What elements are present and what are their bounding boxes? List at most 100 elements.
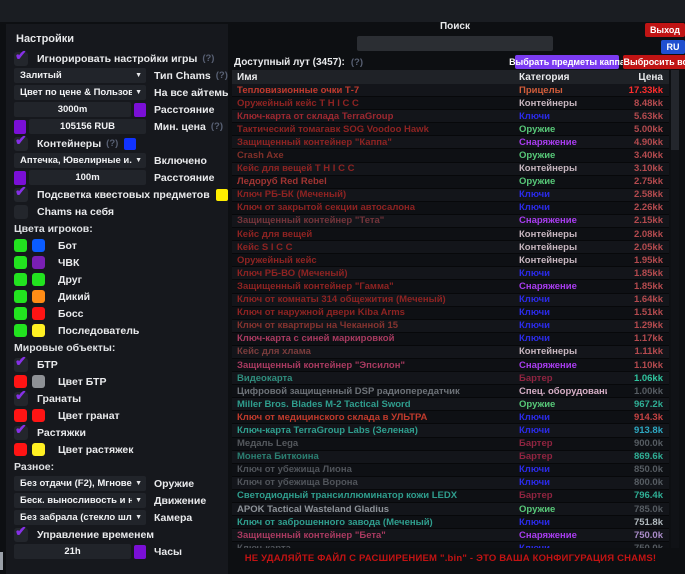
column-header-price[interactable]: Цена [607, 72, 663, 83]
loot-row[interactable]: Ключ от убежища ВоронаКлючи800.0k [232, 477, 669, 490]
loot-row[interactable]: Тактический томагавк SOG Voodoo HawkОруж… [232, 123, 669, 136]
discard-all-button[interactable]: Выбросить все [623, 55, 685, 69]
checkbox[interactable]: ✔ [14, 137, 28, 151]
color-swatch[interactable] [14, 239, 27, 252]
loot-row[interactable]: Защищенный контейнер "Бета"Снаряжение750… [232, 529, 669, 542]
color-swatch[interactable] [14, 290, 27, 303]
checkbox[interactable] [14, 205, 28, 219]
loot-row[interactable]: Ледоруб Red RebelОружие2.75kk [232, 176, 669, 189]
chevron-down-icon: ▼ [135, 497, 142, 504]
loot-row[interactable]: ВидеокартаБартер1.06kk [232, 372, 669, 385]
loot-row[interactable]: Ключ-карта TerraGroup Labs (Зеленая)Ключ… [232, 424, 669, 437]
table-scrollbar-thumb[interactable] [671, 70, 679, 150]
loot-row[interactable]: Монета БиткоинаБартер869.6k [232, 451, 669, 464]
color-swatch[interactable] [32, 290, 45, 303]
loot-row[interactable]: Светодиодный трансиллюминатор кожи LEDXБ… [232, 490, 669, 503]
color-swatch[interactable] [124, 138, 136, 150]
loot-row[interactable]: Ключ от закрытой секции автосалонаКлючи2… [232, 202, 669, 215]
dropdown[interactable]: Аптечка, Ювелирные и...▼ [14, 153, 146, 168]
loot-row[interactable]: Кейс для хламаКонтейнеры1.11kk [232, 346, 669, 359]
loot-item-category: Контейнеры [519, 163, 607, 174]
dropdown[interactable]: Залитый▼ [14, 68, 146, 83]
loot-row[interactable]: Защищенный контейнер "Тета"Снаряжение2.1… [232, 215, 669, 228]
loot-row[interactable]: Оружейный кейсКонтейнеры1.95kk [232, 254, 669, 267]
text-input[interactable]: 21h [14, 544, 131, 559]
checkbox[interactable]: ✔ [14, 358, 28, 372]
search-input[interactable] [357, 36, 553, 51]
help-icon[interactable]: (?) [106, 138, 118, 149]
loot-row[interactable]: Защищенный контейнер "Гамма"Снаряжение1.… [232, 280, 669, 293]
color-swatch[interactable] [14, 273, 27, 286]
loot-row[interactable]: Ключ от комнаты 314 общежития (Меченый)К… [232, 294, 669, 307]
color-swatch[interactable] [134, 103, 146, 117]
color-swatch[interactable] [14, 307, 27, 320]
color-swatch[interactable] [32, 375, 45, 388]
loot-row[interactable]: Crash AxeОружие3.40kk [232, 149, 669, 162]
loot-row[interactable]: Цифровой защищенный DSP радиопередатчикС… [232, 385, 669, 398]
settings-label: Движение [154, 495, 206, 507]
color-swatch[interactable] [14, 443, 27, 456]
text-input[interactable]: 105156 RUB [29, 119, 146, 134]
dropdown[interactable]: Без забрала (стекло шлема)▼ [14, 510, 146, 525]
column-header-name[interactable]: Имя [237, 72, 519, 83]
loot-row[interactable]: Защищенный контейнер "Эпсилон"Снаряжение… [232, 359, 669, 372]
help-icon[interactable]: (?) [216, 70, 228, 81]
loot-row[interactable]: Ключ от медицинского склада в УЛЬТРАКлюч… [232, 411, 669, 424]
loot-row[interactable]: Тепловизионные очки Т-7Прицелы17.33kk [232, 84, 669, 97]
color-swatch[interactable] [32, 273, 45, 286]
loot-row[interactable]: Медаль LegaБартер900.0k [232, 438, 669, 451]
color-swatch[interactable] [32, 256, 45, 269]
column-header-category[interactable]: Категория [519, 72, 607, 83]
language-button[interactable]: RU [661, 40, 685, 54]
loot-row[interactable]: Ключ РБ-БК (Меченый)Ключи2.58kk [232, 189, 669, 202]
loot-row[interactable]: Ключ от квартиры на Чеканной 15Ключи1.29… [232, 320, 669, 333]
checkbox[interactable]: ✔ [14, 392, 28, 406]
table-scrollbar-track[interactable] [671, 70, 679, 548]
color-swatch[interactable] [32, 409, 45, 422]
loot-row[interactable]: Ключ-картаКлючи750.0k [232, 542, 669, 548]
loot-item-name: Miller Bros. Blades M-2 Tactical Sword [237, 399, 519, 410]
color-swatch[interactable] [134, 545, 146, 559]
loot-item-category: Снаряжение [519, 281, 607, 292]
loot-item-price: 2.08kk [607, 229, 663, 240]
checkbox[interactable]: ✔ [14, 188, 28, 202]
loot-item-name: Защищенный контейнер "Гамма" [237, 281, 519, 292]
loot-row[interactable]: Ключ-карта от склада TerraGroupКлючи5.63… [232, 110, 669, 123]
loot-row[interactable]: Кейс для вещей T H I C CКонтейнеры3.10kk [232, 163, 669, 176]
dropdown[interactable]: Без отдачи (F2), Мгновенное п▼ [14, 476, 146, 491]
loot-row[interactable]: Miller Bros. Blades M-2 Tactical SwordОр… [232, 398, 669, 411]
checkbox[interactable]: ✔ [14, 52, 28, 66]
loot-item-name: Защищенный контейнер "Бета" [237, 530, 519, 541]
color-swatch[interactable] [32, 239, 45, 252]
loot-row[interactable]: Ключ от убежища ЛионаКлючи850.0k [232, 464, 669, 477]
color-swatch[interactable] [216, 189, 228, 201]
color-swatch[interactable] [32, 443, 45, 456]
color-swatch[interactable] [14, 256, 27, 269]
loot-row[interactable]: Кейс для вещейКонтейнеры2.08kk [232, 228, 669, 241]
checkbox[interactable]: ✔ [14, 528, 28, 542]
checkbox[interactable]: ✔ [14, 426, 28, 440]
color-swatch[interactable] [32, 324, 45, 337]
settings-row-dropdown: Аптечка, Ювелирные и...▼Включено [14, 153, 220, 168]
loot-row[interactable]: Ключ-карта с синей маркировкойКлючи1.17k… [232, 333, 669, 346]
loot-row[interactable]: Ключ РБ-ВО (Меченый)Ключи1.85kk [232, 267, 669, 280]
loot-row[interactable]: Ключ от заброшенного завода (Меченый)Клю… [232, 516, 669, 529]
text-input[interactable]: 100m [29, 170, 146, 185]
loot-row[interactable]: Ключ от наружной двери Kiba ArmsКлючи1.5… [232, 307, 669, 320]
settings-label: Цвет гранат [58, 410, 120, 422]
left-scrollbar-thumb[interactable] [0, 552, 3, 570]
help-icon[interactable]: (?) [202, 53, 214, 64]
loot-row[interactable]: APOK Tactical Wasteland GladiusОружие785… [232, 503, 669, 516]
loot-row[interactable]: Оружейный кейс T H I C CКонтейнеры8.48kk [232, 97, 669, 110]
dropdown[interactable]: Цвет по цене & Пользователь▼ [14, 85, 146, 100]
exit-button[interactable]: Выход [645, 23, 685, 37]
text-input[interactable]: 3000m [14, 102, 131, 117]
loot-row[interactable]: Защищенный контейнер "Каппа"Снаряжение4.… [232, 136, 669, 149]
help-icon[interactable]: (?) [351, 57, 363, 68]
help-icon[interactable]: (?) [211, 121, 223, 132]
select-kappa-items-button[interactable]: Выбрать предметы каппа [515, 55, 619, 69]
loot-row[interactable]: Кейс S I C CКонтейнеры2.05kk [232, 241, 669, 254]
color-swatch[interactable] [32, 307, 45, 320]
dropdown[interactable]: Беск. выносливость и нет уста▼ [14, 493, 146, 508]
color-swatch[interactable] [14, 324, 27, 337]
